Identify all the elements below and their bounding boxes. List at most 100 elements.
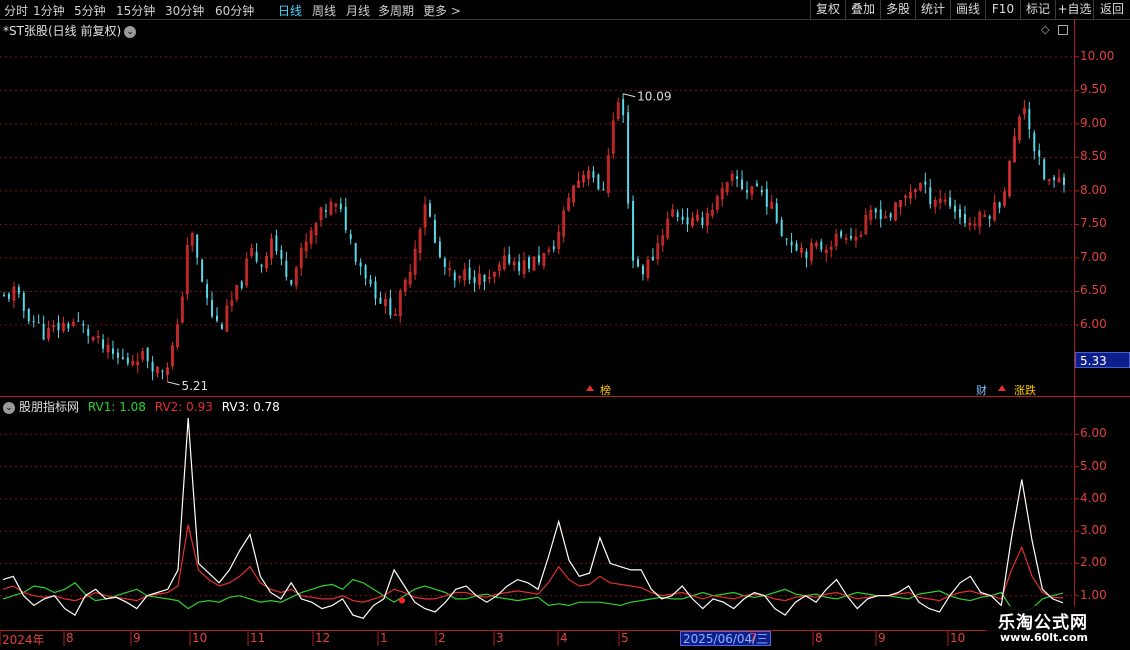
diamond-icon[interactable]: ◇: [1041, 23, 1049, 36]
signal-dot: [399, 597, 405, 604]
candle-body: [116, 352, 119, 358]
candle-body: [121, 357, 124, 359]
candle-body: [552, 246, 555, 250]
series-line-RV3: [2, 418, 1064, 619]
candle-body: [215, 315, 218, 321]
candle-body: [879, 209, 882, 220]
candle-body: [379, 297, 382, 304]
indicator-axis-label: 3.00: [1080, 523, 1107, 538]
candle-body: [760, 189, 763, 193]
candle-body: [280, 250, 283, 259]
candle-body: [963, 214, 966, 224]
candle-body: [1053, 177, 1056, 181]
candle-body: [676, 212, 679, 218]
candle-body: [785, 238, 788, 240]
candle-body: [1038, 150, 1041, 157]
candle-body: [389, 298, 392, 316]
candle-body: [428, 203, 431, 217]
rv1-label: RV1: 1.08: [87, 400, 146, 414]
candle-body: [874, 208, 877, 213]
date-axis-label: 2: [438, 631, 446, 645]
indicator-axis-label: 2.00: [1080, 555, 1107, 570]
candle-body: [790, 241, 793, 246]
annotation-arrow-icon: [998, 385, 1006, 391]
candle-body: [37, 322, 40, 324]
candle-body: [344, 206, 347, 231]
price-axis-label: 8.50: [1080, 149, 1107, 164]
high-marker-line: [623, 93, 636, 98]
candle-body: [755, 183, 758, 186]
candle-body: [1028, 109, 1031, 130]
window-square-icon[interactable]: [1058, 25, 1068, 35]
candle-body: [32, 320, 35, 322]
candle-body: [745, 190, 748, 193]
candle-body: [67, 323, 70, 329]
date-axis-label: 5: [621, 631, 629, 645]
candle-body: [840, 231, 843, 237]
candle-body: [240, 281, 243, 288]
candle-body: [537, 255, 540, 263]
chevron-down-icon[interactable]: ⌄: [124, 25, 137, 38]
watermark: 乐淘公式网 www.60lt.com: [986, 606, 1130, 650]
candle-body: [126, 357, 129, 364]
indicator-axis-label: 6.00: [1080, 426, 1107, 441]
date-axis-label: 8: [815, 631, 823, 645]
price-axis-label: 10.00: [1080, 48, 1115, 63]
candle-body: [483, 274, 486, 282]
candle-body: [805, 251, 808, 259]
chart-canvas: 10.09 5.21: [0, 20, 1130, 646]
candle-body: [775, 203, 778, 223]
candle-body: [201, 259, 204, 282]
candle-body: [7, 293, 10, 299]
candle-body: [597, 174, 600, 190]
annotation-zhangdie[interactable]: 涨跌: [1014, 382, 1036, 398]
chevron-down-icon[interactable]: ⌄: [3, 401, 15, 414]
candle-body: [324, 210, 327, 212]
annotation-cai[interactable]: 财: [976, 382, 987, 398]
price-axis-label: 7.50: [1080, 216, 1107, 231]
indicator-title: ⌄ 股朋指标网 RV1: 1.08 RV2: 0.93 RV3: 0.78: [3, 398, 280, 415]
candle-body: [929, 187, 932, 205]
candle-body: [681, 216, 684, 220]
candle-body: [473, 277, 476, 284]
indicator-axis-label: 4.00: [1080, 490, 1107, 505]
current-price-tag: 5.33: [1075, 352, 1130, 368]
candle-body: [339, 203, 342, 209]
high-label: 10.09: [637, 90, 671, 104]
candle-body: [637, 259, 640, 267]
candle-body: [736, 176, 739, 179]
candle-body: [17, 287, 20, 294]
price-axis-label: 6.00: [1080, 316, 1107, 331]
candle-body: [1043, 159, 1046, 180]
candle-body: [889, 213, 892, 218]
candle-body: [211, 300, 214, 317]
candle-body: [433, 219, 436, 243]
candle-body: [988, 216, 991, 219]
candle-body: [57, 322, 60, 331]
candle-body: [285, 260, 288, 277]
candle-body: [255, 251, 258, 262]
chart-title-text: *ST张股(日线 前复权): [3, 24, 122, 38]
candle-body: [627, 112, 630, 204]
candle-body: [998, 202, 1001, 208]
candle-body: [349, 234, 352, 240]
date-axis-label: 3: [496, 631, 504, 645]
candle-body: [3, 294, 5, 296]
price-axis-label: 7.00: [1080, 249, 1107, 264]
low-label: 5.21: [181, 379, 208, 393]
candle-body: [518, 261, 521, 271]
candle-body: [206, 284, 209, 299]
rv2-label: RV2: 0.93: [154, 400, 213, 414]
candle-body: [290, 280, 293, 285]
watermark-url: www.60lt.com: [1000, 631, 1089, 644]
candle-body: [820, 241, 823, 250]
chart-title[interactable]: *ST张股(日线 前复权) ⌄: [3, 22, 137, 39]
candle-body: [954, 205, 957, 212]
date-axis-label: 12: [315, 631, 331, 645]
candle-body: [146, 347, 149, 362]
candle-body: [220, 324, 223, 329]
candle-body: [374, 281, 377, 299]
date-axis-label: 10: [950, 631, 966, 645]
candle-body: [27, 308, 30, 322]
annotation-bang[interactable]: 榜: [600, 382, 611, 398]
